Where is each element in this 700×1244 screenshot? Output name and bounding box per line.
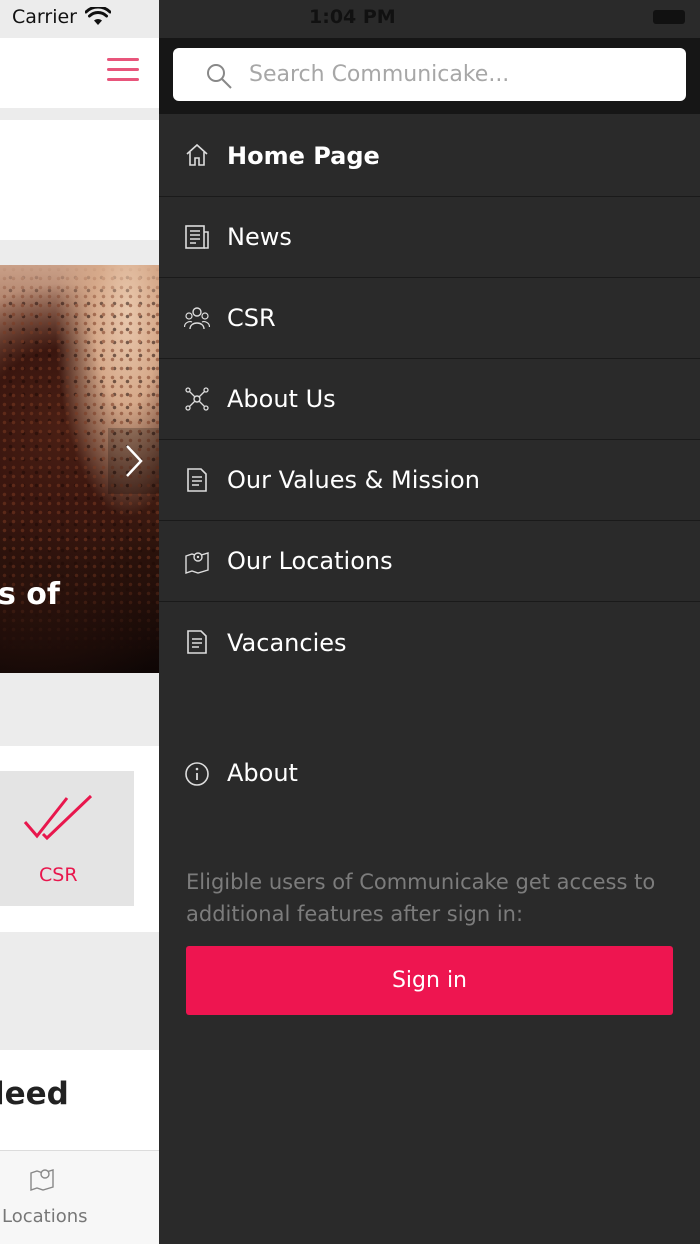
map-pin-icon[interactable] (29, 1165, 55, 1191)
search-input[interactable] (249, 58, 669, 90)
double-check-icon (23, 794, 93, 841)
status-bar-right: 1:04 PM (159, 0, 700, 38)
sign-in-button[interactable]: Sign in (186, 946, 673, 1015)
menu-item-label: Vacancies (227, 628, 347, 657)
chevron-right-icon (125, 445, 143, 477)
hero-caption: s of (0, 577, 60, 612)
sign-in-note: Eligible users of Communicake get access… (186, 870, 656, 926)
document-icon (187, 630, 207, 654)
document-icon (187, 468, 207, 492)
background-app: Carrier s of CSR leed Locations (0, 0, 159, 1244)
menu-item-our-locations[interactable]: Our Locations (159, 521, 700, 602)
content-card (0, 120, 159, 240)
menu-item-label: Our Locations (227, 547, 393, 575)
menu-item-label: CSR (227, 304, 276, 332)
hamburger-menu-icon[interactable] (107, 58, 139, 82)
menu-item-vacancies[interactable]: Vacancies (159, 602, 700, 683)
menu-item-news[interactable]: News (159, 197, 700, 278)
menu-item-label: Our Values & Mission (227, 466, 480, 494)
drawer-menu: Home Page News CSR About Us Our Values &… (159, 115, 700, 683)
network-icon (185, 387, 209, 411)
tab-bar (0, 1150, 159, 1244)
menu-item-label: About (227, 759, 298, 787)
status-time: 1:04 PM (309, 6, 396, 28)
search-icon (207, 64, 232, 89)
people-icon (184, 307, 210, 330)
carrier-label: Carrier (12, 6, 77, 28)
csr-tile-label: CSR (39, 864, 78, 886)
menu-item-about[interactable]: About (159, 735, 700, 815)
map-pin-icon (185, 552, 209, 574)
tab-locations[interactable]: Locations (2, 1206, 88, 1227)
news-icon (185, 225, 209, 249)
carousel-next-button[interactable] (108, 428, 159, 494)
screen: Carrier s of CSR leed Locations 1:04 PM … (0, 0, 700, 1244)
status-bar-left: Carrier (12, 6, 111, 28)
menu-item-label: About Us (227, 385, 336, 413)
menu-item-label: News (227, 223, 292, 251)
battery-icon (653, 10, 685, 24)
menu-item-home-page[interactable]: Home Page (159, 115, 700, 197)
menu-item-csr[interactable]: CSR (159, 278, 700, 359)
menu-item-label: Home Page (227, 141, 380, 170)
info-icon (185, 762, 209, 786)
wifi-icon (84, 7, 111, 25)
section-heading: leed (0, 1076, 69, 1112)
hero-carousel[interactable]: s of (0, 265, 159, 673)
side-drawer: 1:04 PM Home Page (159, 0, 700, 1244)
search-bar (159, 38, 700, 114)
menu-item-about-us[interactable]: About Us (159, 359, 700, 440)
home-icon (186, 143, 208, 166)
search-box[interactable] (173, 48, 686, 101)
menu-item-our-values-mission[interactable]: Our Values & Mission (159, 440, 700, 521)
